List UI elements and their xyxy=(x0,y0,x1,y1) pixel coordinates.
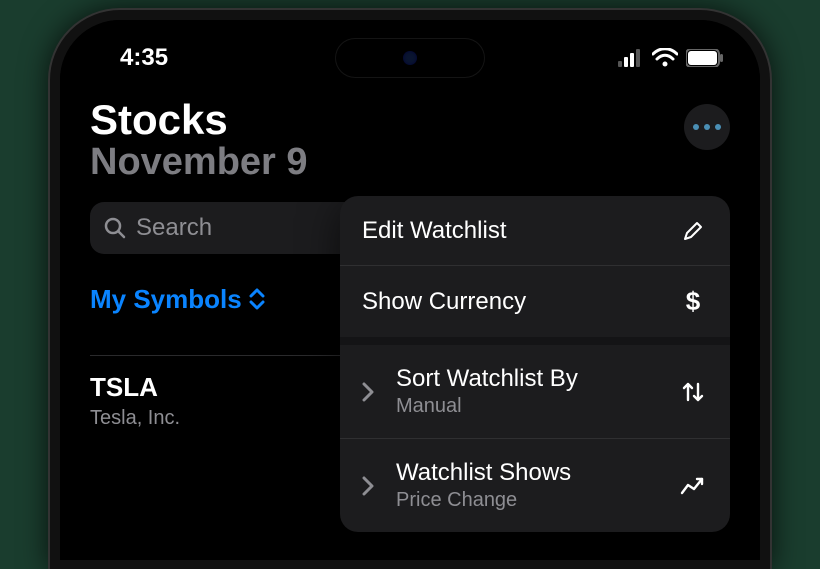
chevron-updown-icon xyxy=(248,288,266,310)
menu-item-label: Show Currency xyxy=(362,288,526,316)
pencil-icon xyxy=(678,220,708,242)
more-button[interactable] xyxy=(684,104,730,150)
search-placeholder: Search xyxy=(136,214,212,242)
battery-icon xyxy=(686,49,724,67)
search-icon xyxy=(104,217,126,239)
dollar-icon: $ xyxy=(678,286,708,317)
chevron-right-icon xyxy=(362,382,388,402)
camera-dot xyxy=(403,51,417,65)
sort-arrows-icon xyxy=(678,380,708,404)
cellular-icon xyxy=(618,49,644,67)
context-menu: Edit Watchlist Show Currency $ Sort Watc… xyxy=(340,196,730,532)
menu-item-label: Edit Watchlist xyxy=(362,217,506,245)
page-title: Stocks xyxy=(90,98,730,142)
menu-item-sort-watchlist[interactable]: Sort Watchlist By Manual xyxy=(340,345,730,439)
menu-item-label: Sort Watchlist By xyxy=(396,365,578,393)
menu-item-watchlist-shows[interactable]: Watchlist Shows Price Change xyxy=(340,439,730,532)
page-date: November 9 xyxy=(90,142,730,184)
watchlist-picker-label: My Symbols xyxy=(90,284,242,315)
chart-line-icon xyxy=(678,475,708,497)
screen: 4:35 xyxy=(60,20,760,560)
menu-item-label: Watchlist Shows xyxy=(396,459,571,487)
menu-item-show-currency[interactable]: Show Currency $ xyxy=(340,266,730,345)
menu-item-value: Manual xyxy=(396,395,578,418)
wifi-icon xyxy=(652,48,678,68)
device-frame: 4:35 xyxy=(50,10,770,569)
header: Stocks November 9 xyxy=(90,98,730,184)
status-icons xyxy=(618,48,730,68)
dynamic-island xyxy=(335,38,485,78)
menu-item-edit-watchlist[interactable]: Edit Watchlist xyxy=(340,196,730,266)
status-time: 4:35 xyxy=(90,44,168,72)
menu-item-value: Price Change xyxy=(396,489,571,512)
chevron-right-icon xyxy=(362,476,388,496)
